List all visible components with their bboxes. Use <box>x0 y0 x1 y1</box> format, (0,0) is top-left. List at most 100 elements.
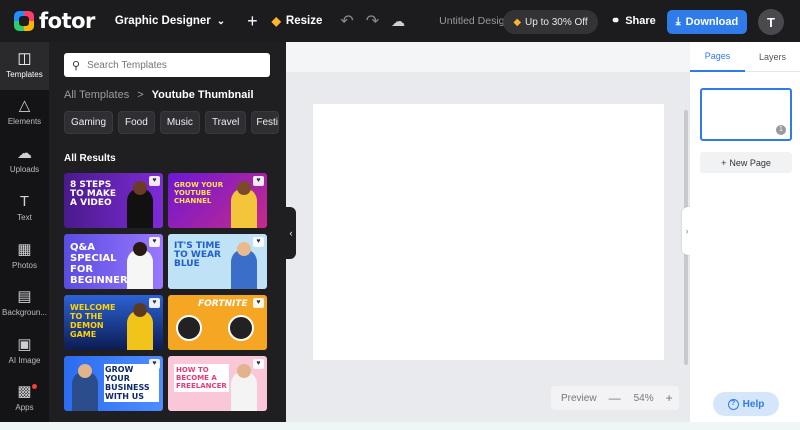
fotor-logo-icon <box>14 11 34 31</box>
design-canvas[interactable] <box>313 104 664 360</box>
breadcrumb-current: Youtube Thumbnail <box>151 89 254 101</box>
page-thumbnail[interactable]: 1 <box>700 88 792 141</box>
favorite-icon[interactable]: ♥ <box>149 359 160 369</box>
sidebar-item-templates[interactable]: ◫ Templates <box>0 42 49 90</box>
download-icon: ⤓ <box>675 15 681 28</box>
search-box[interactable]: ⚲ <box>64 53 270 77</box>
panel-tabs: Pages Layers <box>690 42 800 72</box>
logo-text: fotor <box>39 9 95 33</box>
favorite-icon[interactable]: ♥ <box>149 298 160 308</box>
ai-image-icon: ▣ <box>17 336 32 353</box>
breadcrumb-separator: > <box>137 89 144 101</box>
template-thumbnail[interactable]: GROW YOUR YOUTUBE CHANNEL ♥ <box>168 173 267 228</box>
template-thumbnail[interactable]: Q&A SPECIAL FOR BEGINNER ♥ <box>64 234 163 289</box>
cloud-save-icon[interactable]: ☁ <box>391 13 405 30</box>
templates-icon: ◫ <box>17 50 32 67</box>
document-title[interactable]: Untitled Design <box>439 15 510 27</box>
person-head <box>237 181 251 195</box>
sidebar-item-label: Templates <box>6 70 43 79</box>
photos-icon: ▦ <box>17 241 32 258</box>
template-thumbnail[interactable]: WELCOME TO THE DEMON GAME ♥ <box>64 295 163 350</box>
pages-panel: Pages Layers 1 + New Page <box>690 42 800 422</box>
person-head <box>133 303 147 317</box>
template-thumbnail[interactable]: 8 STEPS TO MAKE A VIDEO ♥ <box>64 173 163 228</box>
sidebar-item-photos[interactable]: ▦ Photos <box>0 241 49 271</box>
live-badge-left <box>176 315 202 341</box>
promo-button[interactable]: ◆ Up to 30% Off <box>503 10 598 34</box>
sidebar-item-ai-image[interactable]: ▣ AI Image <box>0 336 49 366</box>
sidebar-rail: ◫ Templates △ Elements ☁ Uploads T Text … <box>0 42 49 422</box>
zoom-in-button[interactable]: + <box>666 391 673 405</box>
chevron-down-icon: ⌄ <box>216 15 226 27</box>
sidebar-item-apps[interactable]: ▩ Apps <box>0 384 49 412</box>
favorite-icon[interactable]: ♥ <box>253 359 264 369</box>
page-number-badge: 1 <box>776 125 786 135</box>
background-icon: ▤ <box>17 288 32 305</box>
help-button[interactable]: ? Help <box>713 392 779 416</box>
graphic-designer-dropdown[interactable]: Graphic Designer ⌄ <box>115 15 225 27</box>
sidebar-item-background[interactable]: ▤ Backgroun... <box>0 288 49 318</box>
fotor-logo[interactable]: fotor <box>14 0 95 42</box>
breadcrumb: All Templates > Youtube Thumbnail <box>64 89 254 101</box>
apps-icon: ▩ <box>17 383 32 400</box>
download-label: Download <box>685 16 739 28</box>
chip-festival[interactable]: Festi › <box>251 111 280 134</box>
undo-icon[interactable]: ↶ <box>340 11 353 31</box>
template-thumbnail[interactable]: FORTNITE ♥ <box>168 295 267 350</box>
thumbnail-text: FORTNITE <box>198 299 248 309</box>
chip-music[interactable]: Music <box>159 111 200 134</box>
search-icon: ⚲ <box>72 59 81 72</box>
person-head <box>237 242 251 256</box>
download-button[interactable]: ⤓ Download <box>667 10 747 34</box>
help-icon: ? <box>727 398 739 410</box>
preview-button[interactable]: Preview <box>561 393 597 404</box>
zoom-level[interactable]: 54% <box>634 393 654 404</box>
text-icon: T <box>19 193 30 210</box>
chevron-left-icon: ‹ <box>289 228 293 238</box>
template-thumbnail[interactable]: HOW TO BECOME A FREELANCER ♥ <box>168 356 267 411</box>
template-thumbnail[interactable]: IT'S TIME TO WEAR BLUE ♥ <box>168 234 267 289</box>
plus-icon: + <box>721 157 727 168</box>
designer-label: Graphic Designer <box>114 15 211 27</box>
favorite-icon[interactable]: ♥ <box>253 237 264 247</box>
add-icon[interactable]: + <box>247 11 258 32</box>
thumbnail-text: WELCOME TO THE DEMON GAME <box>70 303 116 339</box>
thumbnail-text: HOW TO BECOME A FREELANCER <box>174 364 229 392</box>
favorite-icon[interactable]: ♥ <box>253 298 264 308</box>
favorite-icon[interactable]: ♥ <box>149 237 160 247</box>
chip-food[interactable]: Food <box>118 111 155 134</box>
new-page-button[interactable]: + New Page <box>700 152 792 173</box>
category-chips: Gaming Food Music Travel Festi › <box>64 111 280 134</box>
redo-icon[interactable]: ↷ <box>366 11 379 31</box>
thumbnail-text: 8 STEPS TO MAKE A VIDEO <box>70 180 116 208</box>
sidebar-item-label: Text <box>17 213 32 222</box>
tab-pages[interactable]: Pages <box>690 42 745 72</box>
thumbnail-text: GROW YOUR YOUTUBE CHANNEL <box>174 181 224 205</box>
notification-dot <box>32 384 37 389</box>
uploads-icon: ☁ <box>17 145 32 162</box>
zoom-out-button[interactable]: — <box>609 391 621 405</box>
tab-layers[interactable]: Layers <box>745 42 800 72</box>
chevron-right-icon: › <box>685 226 689 236</box>
thumbnail-text: Q&A SPECIAL FOR BEGINNER <box>70 242 128 286</box>
avatar[interactable]: T <box>758 9 784 35</box>
resize-button[interactable]: ◆ Resize <box>272 14 323 28</box>
search-input[interactable] <box>87 59 258 71</box>
templates-panel: ⚲ All Templates > Youtube Thumbnail Gami… <box>49 42 286 422</box>
collapse-panel-button[interactable]: ‹ <box>286 207 296 259</box>
sidebar-item-uploads[interactable]: ☁ Uploads <box>0 145 49 175</box>
sidebar-item-text[interactable]: T Text <box>0 193 49 223</box>
sidebar-item-elements[interactable]: △ Elements <box>0 97 49 127</box>
person-head <box>237 364 251 378</box>
share-button[interactable]: ⚭ Share <box>611 14 656 28</box>
template-thumbnail[interactable]: GROW YOUR BUSINESS WITH US ♥ <box>64 356 163 411</box>
breadcrumb-root[interactable]: All Templates <box>64 89 129 101</box>
favorite-icon[interactable]: ♥ <box>253 176 264 186</box>
promo-label: Up to 30% Off <box>525 16 588 28</box>
chip-travel[interactable]: Travel <box>204 111 247 134</box>
chip-gaming[interactable]: Gaming <box>64 111 114 134</box>
favorite-icon[interactable]: ♥ <box>149 176 160 186</box>
help-label: Help <box>742 398 765 410</box>
crown-icon: ◆ <box>271 14 281 28</box>
elements-icon: △ <box>18 97 31 114</box>
